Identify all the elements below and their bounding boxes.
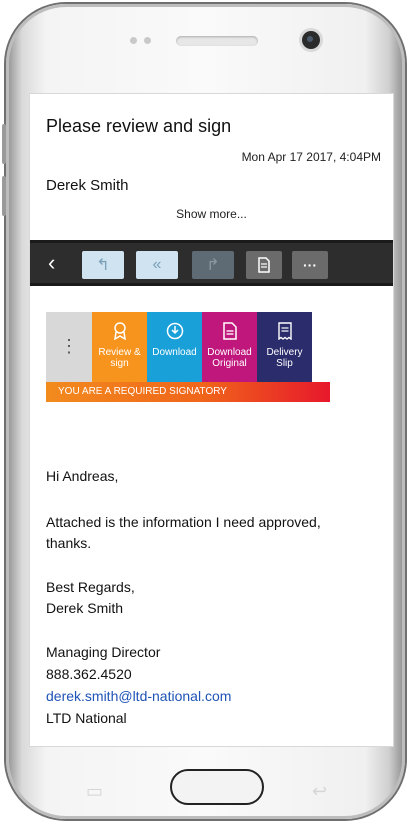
more-button[interactable]: ··· [292, 251, 328, 279]
download-button[interactable]: Download [147, 312, 202, 382]
review-sign-button[interactable]: Review & sign [92, 312, 147, 382]
email-subject: Please review and sign [46, 116, 232, 136]
email-date: Mon Apr 17 2017, 4:04PM [241, 150, 381, 164]
vertical-dots-icon[interactable]: ⋮ [46, 312, 92, 382]
power-button [2, 176, 6, 216]
recent-apps-icon[interactable]: ▭ [86, 781, 103, 802]
earpiece-speaker [176, 36, 258, 46]
reply-button[interactable]: ↰ [82, 251, 124, 279]
signature-phone: 888.362.4520 [46, 666, 132, 682]
ribbon-icon [92, 322, 147, 343]
document-button[interactable] [246, 251, 282, 279]
signature-title: Managing Director [46, 644, 161, 660]
front-camera [302, 31, 320, 49]
volume-button [2, 124, 6, 164]
forward-icon: ↱ [206, 257, 220, 274]
document-icon [258, 257, 270, 273]
document-icon [202, 322, 257, 343]
email-sender: Derek Smith [46, 177, 129, 194]
delivery-slip-label: Delivery Slip [266, 347, 303, 369]
signatory-banner: YOU ARE A REQUIRED SIGNATORY [46, 382, 330, 402]
reply-all-button[interactable]: « [136, 251, 178, 279]
signature-company: LTD National [46, 710, 127, 726]
download-label: Download [152, 347, 197, 358]
reply-icon: ↰ [96, 257, 110, 274]
download-icon [147, 322, 202, 343]
delivery-slip-button[interactable]: Delivery Slip [257, 312, 312, 382]
download-original-label: Download Original [207, 347, 252, 369]
review-sign-label: Review & sign [98, 347, 141, 369]
message-line-2: thanks. [46, 535, 92, 551]
message-line-1: Attached is the information I need appro… [46, 514, 321, 530]
back-key-icon[interactable]: ↩ [312, 781, 327, 802]
show-more-link[interactable]: Show more... [30, 207, 393, 221]
forward-button[interactable]: ↱ [192, 251, 234, 279]
more-icon: ··· [303, 257, 317, 273]
signature-email-link[interactable]: derek.smith@ltd-national.com [46, 686, 231, 707]
document-actions-panel: ⋮ Review & sign Download Download Origin… [46, 312, 330, 402]
sensor-dot [130, 37, 137, 44]
receipt-icon [257, 322, 312, 343]
signature-name: Derek Smith [46, 600, 124, 616]
email-toolbar: ‹ ↰ « ↱ ··· [30, 240, 393, 286]
chevron-left-icon[interactable]: ‹ [48, 249, 55, 277]
greeting: Hi Andreas, [46, 468, 119, 484]
sensor-dot [144, 37, 151, 44]
regards: Best Regards, [46, 579, 135, 595]
email-screen: Please review and sign Mon Apr 17 2017, … [29, 93, 394, 747]
download-original-button[interactable]: Download Original [202, 312, 257, 382]
home-button[interactable] [170, 769, 264, 805]
reply-all-icon: « [152, 256, 162, 273]
